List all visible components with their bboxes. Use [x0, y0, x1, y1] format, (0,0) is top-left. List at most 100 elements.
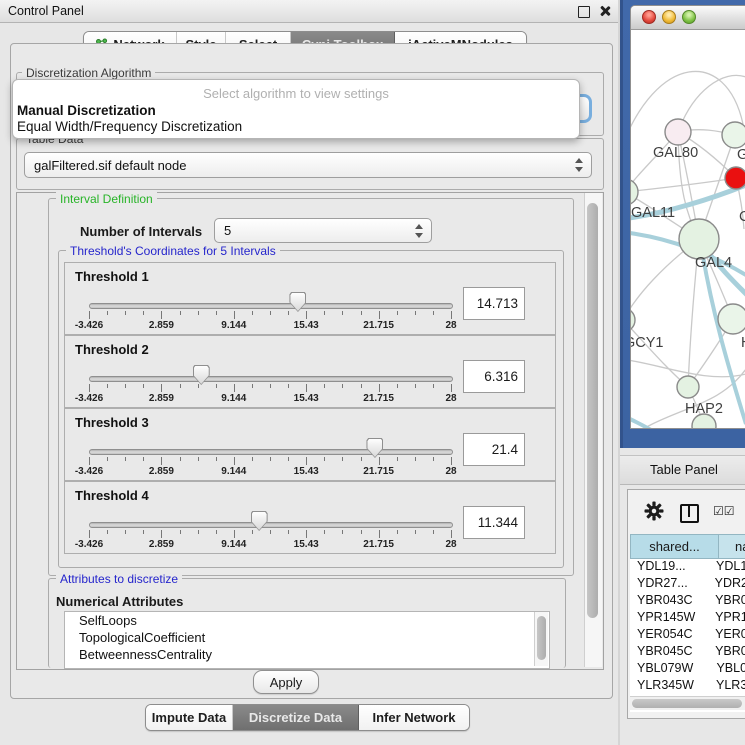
table-row[interactable]: YBR045CYBR0 — [630, 644, 745, 661]
slider-tick — [216, 457, 217, 461]
slider-tick — [198, 311, 199, 315]
network-edge[interactable] — [631, 320, 688, 387]
cell-name[interactable]: YDL1 — [713, 559, 745, 576]
network-window-titlebar[interactable] — [631, 6, 745, 30]
numerical-attributes-list[interactable]: SelfLoopsTopologicalCoefficientBetweenne… — [64, 611, 550, 669]
attribute-list-item[interactable]: TopologicalCoefficient — [65, 629, 549, 646]
screen: Control Panel NetworkStyleSelectCyni Too… — [0, 0, 745, 745]
slider-tick — [143, 457, 144, 461]
cell-shared-name[interactable]: YBR043C — [630, 593, 712, 610]
slider-tick — [397, 457, 398, 461]
slider-tick — [89, 311, 90, 319]
network-canvas[interactable]: GAL80GACGAL11GAL4GCY1HHAP2 — [631, 29, 745, 428]
threshold-label: Threshold 3 — [75, 415, 149, 430]
close-traffic-light-icon[interactable] — [642, 10, 656, 24]
bottom-tab-strip: Impute DataDiscretize DataInfer Network — [145, 704, 470, 731]
popup-option-manual-discretization[interactable]: Manual Discretization — [17, 102, 575, 119]
cell-name[interactable]: YPR1 — [712, 610, 745, 627]
panel-vertical-scrollbar[interactable] — [584, 193, 602, 667]
slider-tick — [180, 457, 181, 461]
cell-shared-name[interactable]: YER054C — [630, 627, 712, 644]
attributes-list-scrollbar[interactable] — [534, 612, 548, 666]
network-node[interactable] — [665, 119, 691, 145]
close-icon[interactable] — [599, 5, 611, 17]
network-node[interactable] — [677, 376, 699, 398]
slider-thumb[interactable] — [251, 511, 268, 531]
slider-track[interactable] — [89, 522, 453, 528]
slider-tick — [270, 384, 271, 388]
network-edge[interactable] — [631, 178, 736, 192]
cell-name[interactable]: YLR3 — [713, 678, 745, 695]
column-header-name[interactable]: na — [718, 534, 745, 559]
table-row[interactable]: YBL079WYBL0 — [630, 661, 745, 678]
threshold-label: Threshold 1 — [75, 269, 149, 284]
cell-name[interactable]: YBR0 — [712, 593, 745, 610]
slider-track[interactable] — [89, 449, 453, 455]
threshold-value-field[interactable]: 6.316 — [463, 360, 525, 393]
threshold-value-field[interactable]: 11.344 — [463, 506, 525, 539]
cell-shared-name[interactable]: YPR145W — [630, 610, 712, 627]
popup-option-equal-width[interactable]: Equal Width/Frequency Discretization — [17, 118, 575, 135]
slider-tick — [379, 311, 380, 319]
apply-button-label: Apply — [270, 675, 303, 690]
slider-thumb[interactable] — [366, 438, 383, 458]
column-header-shared-name[interactable]: shared... — [630, 534, 719, 559]
network-node[interactable] — [722, 122, 745, 148]
threshold-value-field[interactable]: 14.713 — [463, 287, 525, 320]
slider-track[interactable] — [89, 376, 453, 382]
cell-shared-name[interactable]: YBL079W — [630, 661, 713, 678]
cell-name[interactable]: YER0 — [712, 627, 745, 644]
slider-tick — [270, 530, 271, 534]
table-data-combobox[interactable]: galFiltered.sif default node — [24, 152, 592, 178]
cell-shared-name[interactable]: YDR27... — [630, 576, 712, 593]
number-of-intervals-combobox[interactable]: 5 — [214, 218, 432, 243]
table-row[interactable]: YDL19...YDL1 — [630, 559, 745, 576]
cell-shared-name[interactable]: YDL19... — [630, 559, 713, 576]
network-node-label: HAP2 — [685, 401, 723, 417]
cell-shared-name[interactable]: YLR345W — [630, 678, 713, 695]
minimize-traffic-light-icon[interactable] — [662, 10, 676, 24]
slider-tick — [180, 311, 181, 315]
slider-tick — [89, 530, 90, 538]
slider-tick-label: 15.43 — [294, 393, 319, 404]
gear-icon[interactable] — [644, 501, 664, 526]
cell-name[interactable]: YBR0 — [712, 644, 745, 661]
network-node-label: GA — [737, 147, 745, 163]
tab-discretize-data[interactable]: Discretize Data — [233, 705, 359, 730]
attribute-list-item[interactable]: BetweennessCentrality — [65, 646, 549, 663]
scrollbar-thumb[interactable] — [632, 699, 742, 708]
threshold-value-field[interactable]: 21.4 — [463, 433, 525, 466]
table-row[interactable]: YPR145WYPR1 — [630, 610, 745, 627]
network-node[interactable] — [631, 308, 635, 332]
scrollbar-thumb[interactable] — [587, 203, 598, 618]
table-row[interactable]: YER054CYER0 — [630, 627, 745, 644]
float-window-icon[interactable] — [578, 6, 590, 18]
cell-shared-name[interactable]: YBR045C — [630, 644, 712, 661]
network-view-window[interactable]: GAL80GACGAL11GAL4GCY1HHAP2 — [630, 5, 745, 429]
attribute-list-item[interactable]: SelfLoops — [65, 612, 549, 629]
network-node[interactable] — [725, 167, 745, 189]
slider-tick — [433, 530, 434, 534]
slider-thumb[interactable] — [193, 365, 210, 385]
cell-name[interactable]: YDR2 — [712, 576, 745, 593]
slider-track[interactable] — [89, 303, 453, 309]
tab-infer-network[interactable]: Infer Network — [359, 705, 469, 730]
slider-thumb[interactable] — [289, 292, 306, 312]
table-horizontal-scrollbar[interactable] — [630, 696, 745, 710]
table-row[interactable]: YDR27...YDR2 — [630, 576, 745, 593]
node-table: shared... na YDL19...YDL1YDR27...YDR2YBR… — [630, 534, 745, 712]
slider-tick — [252, 457, 253, 461]
scrollbar-thumb[interactable] — [537, 616, 546, 660]
cell-name[interactable]: YBL0 — [713, 661, 745, 678]
zoom-traffic-light-icon[interactable] — [682, 10, 696, 24]
apply-button[interactable]: Apply — [253, 670, 319, 694]
network-node[interactable] — [679, 219, 719, 259]
slider-tick — [288, 384, 289, 388]
network-node[interactable] — [631, 179, 638, 205]
checkbox-checked-icon[interactable]: ☑☑ — [713, 504, 735, 518]
network-node[interactable] — [718, 304, 745, 334]
table-row[interactable]: YBR043CYBR0 — [630, 593, 745, 610]
table-row[interactable]: YLR345WYLR3 — [630, 678, 745, 695]
tab-impute-data[interactable]: Impute Data — [146, 705, 233, 730]
columns-icon[interactable] — [680, 504, 699, 523]
